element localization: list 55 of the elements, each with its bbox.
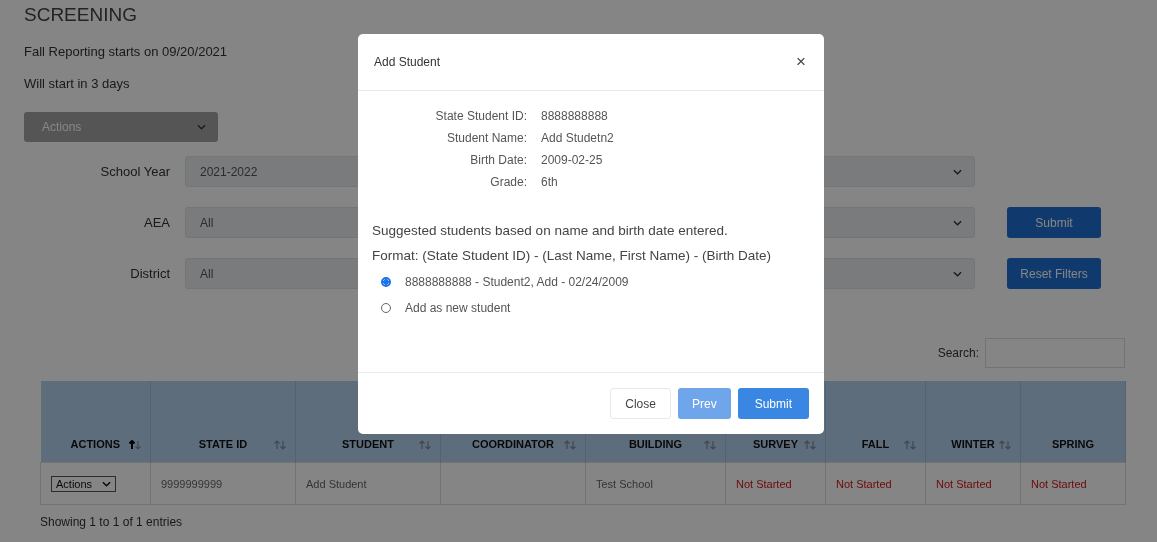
filter-button[interactable]: Reset Filters xyxy=(1007,258,1101,289)
filter-label: AEA xyxy=(143,215,171,230)
dialog-button[interactable]: Close xyxy=(610,388,671,419)
format-text: Format: (State Student ID) - (Last Name, First Name) - (Birth Date) xyxy=(372,248,773,263)
filter-label: School Year xyxy=(99,164,171,179)
status-text: Not Started xyxy=(1031,477,1087,490)
chevron-down-icon xyxy=(953,270,962,277)
column-header[interactable]: SPRING xyxy=(1020,381,1126,463)
suggestion-text: Suggested students based on name and birth date entered. xyxy=(372,223,729,238)
column-header[interactable]: STATE ID xyxy=(150,381,296,463)
chevron-down-icon xyxy=(197,124,206,130)
field-label: Grade: xyxy=(489,175,527,189)
radio-button[interactable] xyxy=(381,303,391,313)
sort-icon xyxy=(998,440,1012,450)
table-cell: 9999999999 xyxy=(161,477,223,490)
sort-icon xyxy=(703,440,717,450)
field-value: 2009-02-25 xyxy=(541,153,604,167)
row-actions-dropdown[interactable]: Actions xyxy=(51,475,117,492)
filter-label: District xyxy=(129,266,171,281)
page-title: SCREENING xyxy=(24,3,137,27)
status-text: Not Started xyxy=(736,477,792,490)
notice-text: Fall Reporting starts on 09/20/2021 xyxy=(24,44,228,61)
table-cell: Add Student xyxy=(306,477,367,490)
entries-info: Showing 1 to 1 of 1 entries xyxy=(40,515,184,529)
close-button[interactable]: × xyxy=(792,52,810,72)
sort-icon xyxy=(903,440,917,450)
chevron-down-icon xyxy=(953,168,962,175)
column-header[interactable]: FALL xyxy=(825,381,926,463)
sort-icon xyxy=(273,440,287,450)
sort-icon xyxy=(803,440,817,450)
field-value: 6th xyxy=(541,175,559,189)
option-label[interactable]: 8888888888 - Student2, Add - 02/24/2009 xyxy=(405,275,629,289)
field-label: State Student ID: xyxy=(434,109,527,123)
search-label: Search: xyxy=(937,346,979,360)
sort-icon xyxy=(418,440,432,450)
dialog-button[interactable]: Submit xyxy=(737,388,809,419)
table-cell: Test School xyxy=(596,477,653,490)
field-label: Student Name: xyxy=(445,131,527,145)
field-value: Add Studetn2 xyxy=(541,131,615,145)
dialog-button[interactable]: Prev xyxy=(677,388,731,419)
chevron-down-icon xyxy=(953,219,962,226)
field-value: 8888888888 xyxy=(541,109,609,123)
option-label[interactable]: Add as new student xyxy=(405,301,511,315)
status-text: Not Started xyxy=(936,477,992,490)
radio-button[interactable] xyxy=(381,277,391,287)
notice-text: Will start in 3 days xyxy=(24,76,130,93)
sort-icon xyxy=(128,440,142,450)
dialog-title: Add Student xyxy=(374,55,441,69)
status-text: Not Started xyxy=(836,477,892,490)
column-header[interactable]: WINTER xyxy=(925,381,1021,463)
sort-icon xyxy=(563,440,577,450)
column-header[interactable]: ACTIONS xyxy=(40,381,151,463)
field-label: Birth Date: xyxy=(469,153,527,167)
filter-button[interactable]: Submit xyxy=(1007,207,1101,238)
chevron-down-icon xyxy=(102,480,112,487)
